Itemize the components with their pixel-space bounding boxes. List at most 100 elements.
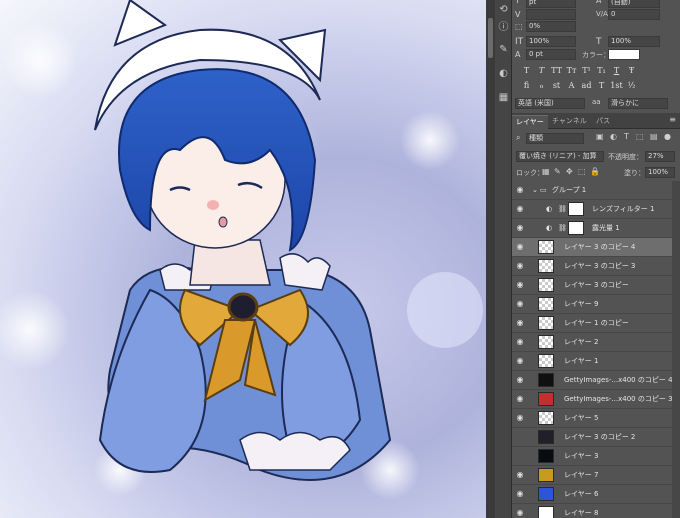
layer-mask-thumbnail[interactable] [568, 202, 584, 216]
layer-row[interactable]: ◉ レイヤー 3 [512, 447, 672, 466]
leading-field[interactable]: (自動) [608, 0, 660, 8]
swatches-icon[interactable]: ▦ [498, 92, 509, 103]
lock-image-icon[interactable]: ✎ [554, 167, 561, 176]
layer-thumbnail[interactable] [538, 487, 554, 501]
anti-alias-select[interactable]: 滑らかに [608, 98, 668, 109]
fractions-button[interactable]: ½ [625, 80, 638, 92]
opacity-field[interactable]: 27% [645, 151, 675, 162]
layer-visibility-icon[interactable]: ◉ [515, 280, 525, 290]
titling-button[interactable]: T [595, 80, 608, 92]
tsume-field[interactable]: 0% [526, 21, 576, 32]
layer-row[interactable]: ◉ レイヤー 3 のコピー 3 [512, 257, 672, 276]
layer-thumbnail[interactable] [538, 297, 554, 311]
old-style-button[interactable]: ℴ [535, 80, 548, 92]
document-canvas[interactable] [0, 0, 486, 518]
layer-row[interactable]: ◉ レイヤー 3 のコピー [512, 276, 672, 295]
filter-pixel-icon[interactable]: ▣ [596, 132, 604, 141]
baseline-field[interactable]: 0 pt [526, 49, 576, 60]
kerning-field[interactable] [526, 9, 576, 20]
layer-row[interactable]: ◉ レイヤー 7 [512, 466, 672, 485]
layer-row[interactable]: ◉ ◐ ⛓ 露光量 1 [512, 219, 672, 238]
layer-visibility-icon[interactable]: ◉ [515, 185, 525, 195]
layer-thumbnail[interactable] [538, 506, 554, 518]
lock-artboard-icon[interactable]: ⬚ [578, 167, 586, 176]
lock-position-icon[interactable]: ✥ [566, 167, 573, 176]
layer-row[interactable]: ◉ ◐ ⛓ レンズフィルター 1 [512, 200, 672, 219]
filter-shape-icon[interactable]: ⬚ [636, 132, 644, 141]
layer-row[interactable]: ◉ レイヤー 9 [512, 295, 672, 314]
layer-visibility-icon[interactable]: ◉ [515, 356, 525, 366]
layer-row[interactable]: ◉ レイヤー 5 [512, 409, 672, 428]
faux-italic-button[interactable]: T [535, 65, 548, 77]
brush-icon[interactable]: ✎ [498, 44, 509, 55]
tab-channels[interactable]: チャンネル [548, 115, 591, 129]
group-chevron-icon[interactable]: ⌄ [532, 185, 538, 195]
all-caps-button[interactable]: TT [550, 65, 563, 77]
layer-mask-thumbnail[interactable] [568, 221, 584, 235]
layer-row[interactable]: ◉ レイヤー 2 [512, 333, 672, 352]
layer-visibility-icon[interactable]: ◉ [515, 261, 525, 271]
layer-filter-select[interactable]: 種類 [526, 133, 584, 144]
layer-row[interactable]: ◉ レイヤー 1 [512, 352, 672, 371]
tracking-field[interactable]: 0 [608, 9, 660, 20]
layer-visibility-icon[interactable]: ◉ [515, 242, 525, 252]
link-icon[interactable]: ⛓ [558, 204, 567, 214]
layer-row[interactable]: ◉ レイヤー 3 のコピー 4 [512, 238, 672, 257]
layer-thumbnail[interactable] [538, 278, 554, 292]
subscript-button[interactable]: T₁ [595, 65, 608, 77]
layer-visibility-icon[interactable]: ◉ [515, 223, 525, 233]
link-icon[interactable]: ⛓ [558, 223, 567, 233]
layer-row[interactable]: ◉ GettyImages-...x400 のコピー 4 [512, 371, 673, 390]
layer-visibility-icon[interactable]: ◉ [515, 470, 525, 480]
layer-visibility-icon[interactable]: ◉ [515, 432, 525, 442]
layer-thumbnail[interactable] [538, 430, 554, 444]
swash-button[interactable]: A [565, 80, 578, 92]
vertical-scale-field[interactable]: 100% [526, 36, 576, 47]
history-icon[interactable]: ⟲ [498, 4, 509, 15]
tab-layers[interactable]: レイヤー [512, 115, 548, 129]
layer-thumbnail[interactable] [538, 468, 554, 482]
layer-row[interactable]: ◉ レイヤー 6 [512, 485, 672, 504]
text-color-swatch[interactable] [608, 49, 640, 60]
layer-thumbnail[interactable] [538, 411, 554, 425]
layer-thumbnail[interactable] [538, 373, 554, 387]
blend-mode-select[interactable]: 覆い焼き (リニア) - 加算 [516, 151, 604, 162]
ordinals-button[interactable]: 1st [610, 80, 623, 92]
scrollbar-thumb[interactable] [488, 18, 493, 58]
layer-thumbnail[interactable] [538, 449, 554, 463]
layer-visibility-icon[interactable]: ◉ [515, 299, 525, 309]
superscript-button[interactable]: T¹ [580, 65, 593, 77]
layer-visibility-icon[interactable]: ◉ [515, 318, 525, 328]
adjustments-icon[interactable]: ◐ [498, 68, 509, 79]
fill-field[interactable]: 100% [645, 167, 675, 178]
layer-row[interactable]: ◉ ⌄ ▭ グループ 1 [512, 181, 672, 200]
filter-smart-object-icon[interactable]: ▤ [650, 132, 658, 141]
layer-visibility-icon[interactable]: ◉ [515, 375, 525, 385]
layer-row[interactable]: ◉ レイヤー 8 [512, 504, 672, 518]
layer-thumbnail[interactable] [538, 240, 554, 254]
underline-button[interactable]: T [610, 65, 623, 77]
panel-menu-icon[interactable]: ≡ [669, 115, 676, 124]
layer-thumbnail[interactable] [538, 259, 554, 273]
faux-bold-button[interactable]: T [520, 65, 533, 77]
layer-visibility-icon[interactable]: ◉ [515, 413, 525, 423]
layer-thumbnail[interactable] [538, 316, 554, 330]
lock-all-icon[interactable]: 🔒 [590, 167, 600, 176]
filter-type-icon[interactable]: T [624, 132, 629, 141]
layer-thumbnail[interactable] [538, 354, 554, 368]
layer-row[interactable]: ◉ GettyImages-...x400 のコピー 3 [512, 390, 673, 409]
layer-visibility-icon[interactable]: ◉ [515, 394, 525, 404]
layer-thumbnail[interactable] [538, 392, 554, 406]
layer-thumbnail[interactable] [538, 335, 554, 349]
layer-row[interactable]: ◉ レイヤー 1 のコピー [512, 314, 672, 333]
horizontal-scale-field[interactable]: 100% [608, 36, 660, 47]
layers-scrollbar[interactable] [672, 181, 680, 518]
canvas-vertical-scrollbar[interactable] [486, 0, 495, 518]
ligatures-button[interactable]: fi [520, 80, 533, 92]
layer-visibility-icon[interactable]: ◉ [515, 451, 525, 461]
layer-visibility-icon[interactable]: ◉ [515, 204, 525, 214]
stylistic-alternates-button[interactable]: ad [580, 80, 593, 92]
filter-toggle-icon[interactable]: ● [664, 132, 671, 141]
font-size-field[interactable]: pt [526, 0, 576, 8]
filter-adjustment-icon[interactable]: ◐ [610, 132, 617, 141]
